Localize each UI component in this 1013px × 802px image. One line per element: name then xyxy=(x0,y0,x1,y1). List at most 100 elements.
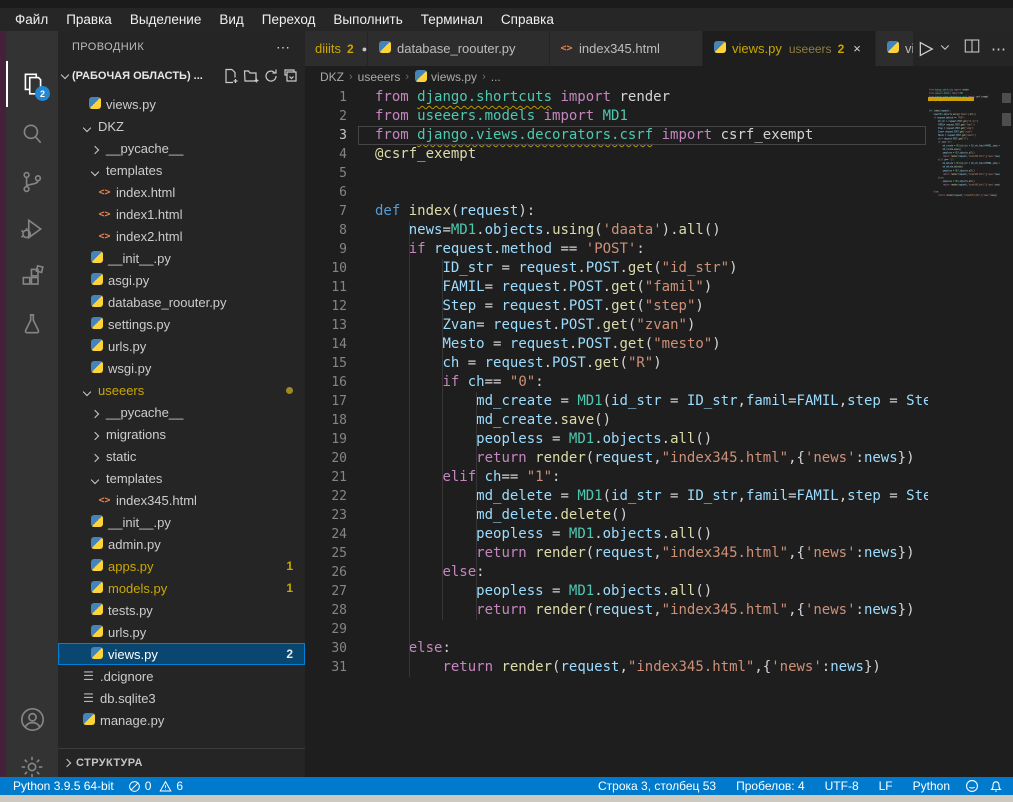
tree-item-migrations[interactable]: migrations xyxy=(58,423,305,445)
breadcrumb-label: DKZ xyxy=(320,70,344,84)
run-button[interactable] xyxy=(913,38,935,60)
line-number: 31 xyxy=(305,658,367,677)
breadcrumb-item-DKZ[interactable]: DKZ xyxy=(320,70,344,84)
tree-item-.dcignore[interactable]: ☰.dcignore xyxy=(58,665,305,687)
menu-Правка[interactable]: Правка xyxy=(57,10,121,29)
tree-item-urls.py[interactable]: urls.py xyxy=(58,621,305,643)
run-debug-icon[interactable] xyxy=(6,206,58,252)
testing-icon[interactable] xyxy=(6,301,58,347)
refresh-icon[interactable] xyxy=(261,66,281,86)
code-line-31: 31 return render(request,"index345.html"… xyxy=(305,658,928,677)
tree-item-views.py[interactable]: views.py2 xyxy=(58,643,305,665)
code-line-11: 11 FAMIL= request.POST.get("famil") xyxy=(305,278,928,297)
python-file-icon xyxy=(414,70,427,85)
file-label: database_roouter.py xyxy=(108,295,227,310)
activity-bar: 2 xyxy=(6,31,58,777)
list-file-icon: ☰ xyxy=(82,669,95,683)
source-control-icon[interactable] xyxy=(6,159,58,205)
tree-item-db.sqlite3[interactable]: ☰db.sqlite3 xyxy=(58,687,305,709)
tree-item-admin.py[interactable]: admin.py xyxy=(58,533,305,555)
tab-diiits[interactable]: diiits2● xyxy=(305,31,367,66)
tree-item-__init__.py[interactable]: __init__.py xyxy=(58,247,305,269)
tree-item-index1.html[interactable]: <>index1.html xyxy=(58,203,305,225)
explorer-icon[interactable]: 2 xyxy=(6,61,58,107)
search-icon[interactable] xyxy=(6,111,58,157)
extensions-icon[interactable] xyxy=(6,254,58,300)
problems-indicator[interactable]: 0 6 xyxy=(121,777,190,795)
menu-Файл[interactable]: Файл xyxy=(6,10,57,29)
run-dropdown-chevron-icon[interactable] xyxy=(939,40,951,58)
tree-item-__pycache__[interactable]: __pycache__ xyxy=(58,137,305,159)
tab-index345.html[interactable]: <>index345.html xyxy=(550,31,702,66)
tree-item-manage.py[interactable]: manage.py xyxy=(58,709,305,731)
line-number: 12 xyxy=(305,297,367,316)
tree-item-__init__.py[interactable]: __init__.py xyxy=(58,511,305,533)
tree-item-database_roouter.py[interactable]: database_roouter.py xyxy=(58,291,305,313)
menu-Переход[interactable]: Переход xyxy=(253,10,325,29)
breadcrumb-item-views.py[interactable]: views.py xyxy=(414,70,477,85)
menu-Выделение[interactable]: Выделение xyxy=(121,10,211,29)
breadcrumb-item-useeers[interactable]: useeers xyxy=(358,70,401,84)
collapse-all-icon[interactable] xyxy=(281,66,301,86)
menu-Справка[interactable]: Справка xyxy=(492,10,563,29)
tree-item-useeers[interactable]: useeers xyxy=(58,379,305,401)
python-file-icon xyxy=(90,361,103,376)
tab-views.py[interactable]: views.pyuseeers2× xyxy=(703,31,875,66)
tree-item-wsgi.py[interactable]: wsgi.py xyxy=(58,357,305,379)
menu-Терминал[interactable]: Терминал xyxy=(412,10,492,29)
file-label: models.py xyxy=(108,581,167,596)
python-interpreter[interactable]: Python 3.9.5 64-bit xyxy=(6,777,121,795)
account-icon[interactable] xyxy=(6,696,58,742)
file-label: asgi.py xyxy=(108,273,149,288)
tree-item-models.py[interactable]: models.py 1 xyxy=(58,577,305,599)
tree-item-apps.py[interactable]: apps.py1 xyxy=(58,555,305,577)
code-line-31: return render(request,"index345.html",{'… xyxy=(928,193,938,197)
close-tab-icon[interactable]: × xyxy=(853,41,861,56)
tree-item-__pycache__[interactable]: __pycache__ xyxy=(58,401,305,423)
menu-Вид[interactable]: Вид xyxy=(210,10,252,29)
eol-sequence[interactable]: LF xyxy=(872,777,900,795)
tree-item-templates[interactable]: templates xyxy=(58,159,305,181)
workspace-section-header[interactable]: (РАБОЧАЯ ОБЛАСТЬ) ... xyxy=(58,63,305,89)
breadcrumb-label: useeers xyxy=(358,70,401,84)
code-line-13: 13 Zvan= request.POST.get("zvan") xyxy=(305,316,928,335)
code-lines: 1from django.shortcuts import render2fro… xyxy=(305,88,928,677)
python-file-icon xyxy=(90,537,103,552)
tree-item-asgi.py[interactable]: asgi.py xyxy=(58,269,305,291)
tree-item-DKZ[interactable]: DKZ xyxy=(58,115,305,137)
breadcrumb-item-...[interactable]: ... xyxy=(491,70,501,84)
sidebar-more-actions[interactable]: ⋯ xyxy=(276,39,291,56)
code-editor[interactable]: 1from django.shortcuts import render2fro… xyxy=(305,88,928,776)
language-mode[interactable]: Python xyxy=(906,777,957,795)
outline-section-header[interactable]: СТРУКТУРА xyxy=(58,748,305,777)
chevron-right-icon xyxy=(88,141,101,156)
tree-item-index345.html[interactable]: <>index345.html xyxy=(58,489,305,511)
tree-item-static[interactable]: static xyxy=(58,445,305,467)
split-editor-icon[interactable] xyxy=(963,37,981,60)
code-line-30: 30 else: xyxy=(305,639,928,658)
file-label: DKZ xyxy=(98,119,124,134)
cursor-position[interactable]: Строка 3, столбец 53 xyxy=(591,777,723,795)
problems-badge: 1 xyxy=(286,581,293,595)
notifications-bell-icon[interactable] xyxy=(987,777,1005,795)
tree-item-index.html[interactable]: <>index.html xyxy=(58,181,305,203)
tree-item-index2.html[interactable]: <>index2.html xyxy=(58,225,305,247)
new-folder-icon[interactable] xyxy=(241,66,261,86)
line-number: 7 xyxy=(305,202,367,221)
menu-Выполнить[interactable]: Выполнить xyxy=(324,10,411,29)
tree-item-urls.py[interactable]: urls.py xyxy=(58,335,305,357)
tree-item-templates[interactable]: templates xyxy=(58,467,305,489)
feedback-icon[interactable] xyxy=(963,777,981,795)
encoding[interactable]: UTF-8 xyxy=(818,777,866,795)
more-actions-icon[interactable]: ⋯ xyxy=(991,40,1007,58)
tree-item-views.py[interactable]: views.py xyxy=(58,93,305,115)
tree-item-tests.py[interactable]: tests.py xyxy=(58,599,305,621)
code-line-18: 18 md_create.save() xyxy=(305,411,928,430)
tree-item-settings.py[interactable]: settings.py xyxy=(58,313,305,335)
python-file-icon xyxy=(90,515,103,530)
python-file-icon xyxy=(90,295,103,310)
minimap[interactable]: from django.shortcuts import renderfrom … xyxy=(928,88,1000,218)
new-file-icon[interactable] xyxy=(221,66,241,86)
tab-database_roouter.py[interactable]: database_roouter.py xyxy=(368,31,549,66)
indentation[interactable]: Пробелов: 4 xyxy=(729,777,812,795)
